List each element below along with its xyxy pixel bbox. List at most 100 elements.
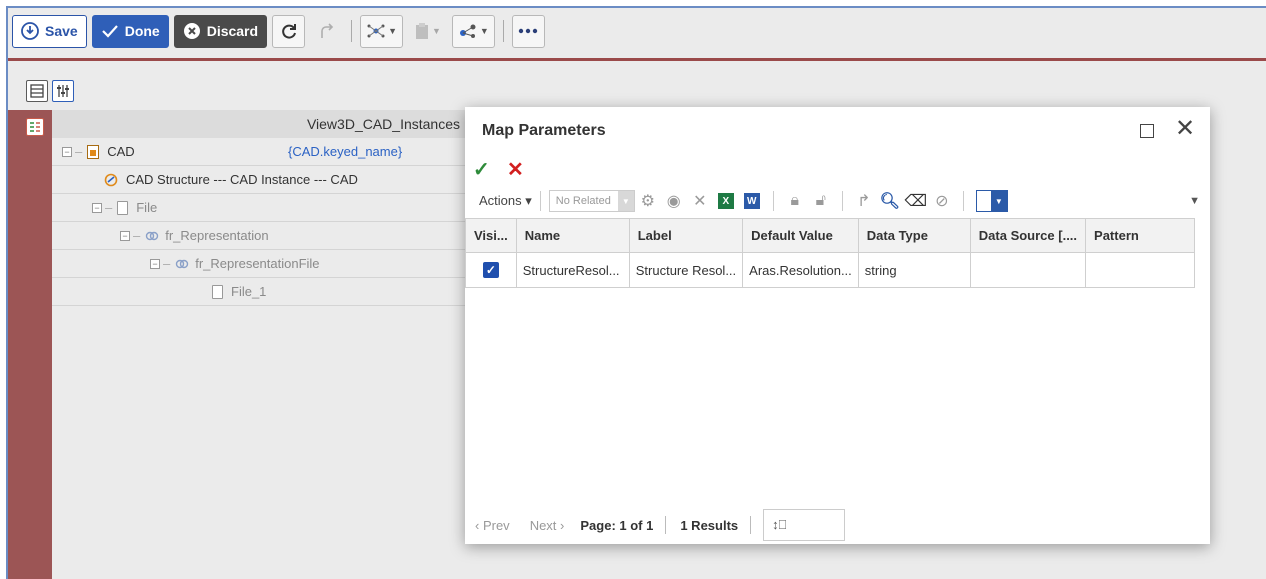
block-icon[interactable]: ⊘ xyxy=(929,191,955,211)
word-icon: W xyxy=(743,193,760,209)
tree-row-file[interactable]: − – File xyxy=(52,194,472,222)
power-icon xyxy=(21,22,39,40)
tree-row-cad[interactable]: − – CAD {CAD.keyed_name} xyxy=(52,138,472,166)
new-item-icon[interactable]: ⚙ xyxy=(635,191,661,211)
lock-icon[interactable]: 🔒︎ xyxy=(782,192,808,210)
cancel-icon[interactable]: ✕ xyxy=(507,157,524,182)
name-cell[interactable]: StructureResol... xyxy=(515,252,630,288)
map-parameters-dialog: Map Parameters ✕ ✓ ✕ Actions ▾ No Relate… xyxy=(465,107,1210,544)
refresh-button[interactable] xyxy=(272,14,306,48)
table-row[interactable]: ✓ StructureResol... Structure Resol... A… xyxy=(465,252,1196,288)
tree-header: View3D_CAD_Instances xyxy=(52,110,472,138)
connections-icon xyxy=(459,24,476,38)
tree-row-label: fr_RepresentationFile xyxy=(195,256,320,271)
collapse-toggle[interactable]: − xyxy=(150,258,160,269)
default-value-cell[interactable]: Aras.Resolution... xyxy=(742,252,859,288)
confirm-icon[interactable]: ✓ xyxy=(473,157,490,182)
chevron-down-icon: ▼ xyxy=(431,26,441,36)
pick-item-icon[interactable]: ◉ xyxy=(661,191,687,211)
tree-row-cad-structure[interactable]: CAD Structure --- CAD Instance --- CAD xyxy=(52,166,472,194)
discard-button[interactable]: Discard xyxy=(173,14,268,48)
toolbar-separator xyxy=(539,191,541,211)
share-arrow-icon[interactable]: ↱ xyxy=(851,191,877,211)
export-excel-button[interactable]: X xyxy=(713,193,739,209)
refresh-icon xyxy=(281,24,296,39)
export-word-button[interactable]: W xyxy=(739,193,765,209)
column-header[interactable]: Data Source [.... xyxy=(969,218,1087,253)
grid-header-row: Visi... Name Label Default Value Data Ty… xyxy=(465,218,1196,253)
more-options-button[interactable] xyxy=(511,14,545,48)
toolbar-separator xyxy=(841,191,843,211)
ellipsis-icon xyxy=(519,28,538,34)
toolbar-separator xyxy=(502,20,504,42)
collapse-toggle[interactable]: − xyxy=(92,202,102,213)
tree-row-label: CAD Structure --- CAD Instance --- CAD xyxy=(126,172,358,187)
save-button[interactable]: Save xyxy=(12,14,87,48)
left-sidebar-strip xyxy=(8,110,52,579)
data-source-cell[interactable] xyxy=(969,252,1087,288)
discard-label: Discard xyxy=(206,23,259,39)
chevron-down-icon: ▼ xyxy=(990,191,1007,211)
share-button[interactable] xyxy=(310,15,343,48)
next-page-button[interactable]: Next › xyxy=(530,518,565,533)
prev-label: Prev xyxy=(482,517,510,533)
tree-row-fr-representation[interactable]: − – fr_Representation xyxy=(52,222,472,250)
tree-grid-glyph-icon xyxy=(30,122,40,132)
keyed-name-binding: {CAD.keyed_name} xyxy=(288,144,403,159)
tree-grid: View3D_CAD_Instances − – CAD {CAD.keyed_n… xyxy=(52,110,472,310)
file-icon xyxy=(212,284,223,299)
link-icon xyxy=(146,231,159,240)
done-button[interactable]: Done xyxy=(91,14,169,48)
column-header[interactable]: Default Value xyxy=(742,218,859,253)
chevron-down-icon: ▼ xyxy=(388,26,397,36)
label-cell[interactable]: Structure Resol... xyxy=(628,252,744,288)
visible-cell[interactable]: ✓ xyxy=(465,252,517,288)
share-arrow-icon xyxy=(320,23,333,38)
grid-toolbar: Actions ▾ No Related ▼ ⚙ ◉ ✕ X W 🔒︎ 🔓︎ ↱… xyxy=(465,187,1210,215)
tree-row-label: CAD xyxy=(107,144,135,159)
column-header[interactable]: Pattern xyxy=(1085,218,1196,253)
column-header[interactable]: Name xyxy=(515,218,630,253)
next-label: Next xyxy=(529,517,557,533)
form-view-button[interactable] xyxy=(26,80,48,102)
clear-search-icon[interactable]: ⌫ xyxy=(903,191,929,211)
pager-separator xyxy=(665,516,667,534)
cad-icon xyxy=(87,144,100,159)
clipboard-icon xyxy=(415,23,428,39)
maximize-icon[interactable] xyxy=(1140,124,1154,138)
structure-view-button[interactable]: ▼ xyxy=(360,14,403,48)
related-select-value: No Related xyxy=(555,195,611,207)
pager-separator xyxy=(750,516,752,534)
tree-header-title: View3D_CAD_Instances xyxy=(306,116,460,132)
data-type-cell[interactable]: string xyxy=(857,252,971,288)
prev-page-button[interactable]: ‹ Prev xyxy=(475,518,510,533)
color-picker[interactable]: ▼ xyxy=(975,190,1008,212)
pattern-cell[interactable] xyxy=(1085,252,1196,288)
checkbox-checked-icon[interactable]: ✓ xyxy=(482,262,499,278)
toolbar-overflow-icon[interactable]: ▼ xyxy=(1189,195,1200,207)
delete-icon[interactable]: ✕ xyxy=(687,191,713,211)
actions-menu[interactable]: Actions ▾ xyxy=(479,193,532,209)
parameters-view-button[interactable] xyxy=(52,80,74,102)
collapse-toggle[interactable]: − xyxy=(62,146,72,157)
collapse-toggle[interactable]: − xyxy=(120,230,130,241)
search-icon[interactable]: 🔍︎ xyxy=(877,191,903,211)
column-header[interactable]: Label xyxy=(628,218,744,253)
column-header[interactable]: Visi... xyxy=(465,218,517,253)
page-size-input[interactable]: ↕⎕ xyxy=(763,509,846,541)
relationship-icon xyxy=(104,173,118,186)
column-header[interactable]: Data Type xyxy=(857,218,971,253)
save-label: Save xyxy=(45,23,78,39)
tree-row-fr-representation-file[interactable]: − – fr_RepresentationFile xyxy=(52,250,472,278)
tree-row-file-1[interactable]: File_1 xyxy=(52,278,472,306)
dialog-title: Map Parameters xyxy=(482,122,606,139)
report-button[interactable]: ▼ xyxy=(408,15,447,48)
pagination-bar: ‹ Prev Next › Page: 1 of 1 1 Results ↕⎕ xyxy=(465,508,846,542)
close-icon[interactable]: ✕ xyxy=(1175,117,1195,141)
tree-grid-icon[interactable] xyxy=(26,118,44,136)
relationships-button[interactable]: ▼ xyxy=(451,14,495,48)
sliders-icon xyxy=(57,85,69,97)
toolbar-separator xyxy=(962,191,964,211)
related-select[interactable]: No Related ▼ xyxy=(548,190,635,212)
unlock-icon[interactable]: 🔓︎ xyxy=(808,192,834,210)
